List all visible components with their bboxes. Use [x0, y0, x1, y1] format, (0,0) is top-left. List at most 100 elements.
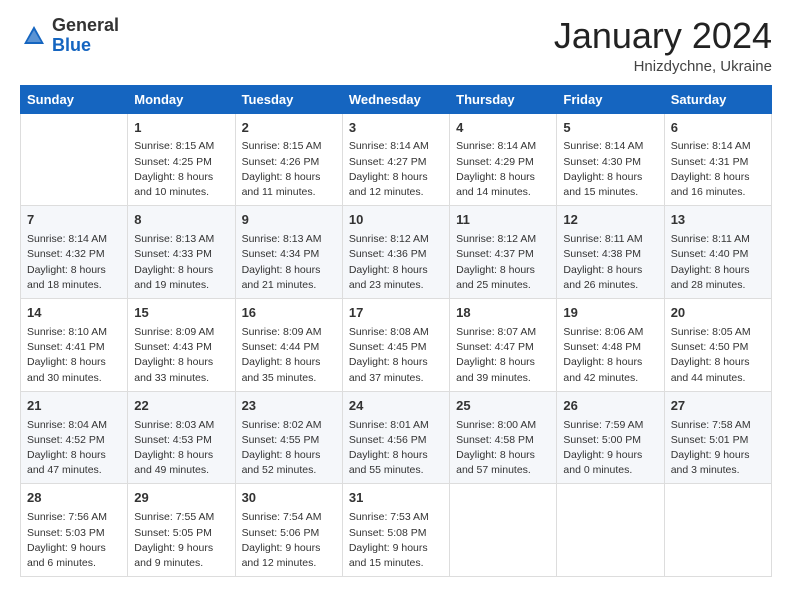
date-number: 12: [563, 211, 657, 230]
calendar-cell: 26 Sunrise: 7:59 AMSunset: 5:00 PMDayligh…: [557, 391, 664, 484]
calendar-cell: 24 Sunrise: 8:01 AMSunset: 4:56 PMDayligh…: [342, 391, 449, 484]
column-header-tuesday: Tuesday: [235, 85, 342, 113]
calendar-cell: 13Sunrise: 8:11 AMSunset: 4:40 PMDayligh…: [664, 206, 771, 299]
cell-content: Sunrise: 8:03 AMSunset: 4:53 PMDaylight:…: [134, 418, 228, 479]
column-header-wednesday: Wednesday: [342, 85, 449, 113]
calendar-cell: [21, 113, 128, 206]
date-number: 28: [27, 489, 121, 508]
calendar-cell: 30Sunrise: 7:54 AMSunset: 5:06 PMDayligh…: [235, 484, 342, 577]
logo-blue: Blue: [52, 35, 91, 55]
cell-content: Sunrise: 7:56 AMSunset: 5:03 PMDaylight:…: [27, 510, 121, 571]
logo-text: General Blue: [52, 16, 119, 56]
calendar-cell: 17 Sunrise: 8:08 AMSunset: 4:45 PMDayligh…: [342, 299, 449, 392]
cell-content: Sunrise: 7:54 AMSunset: 5:06 PMDaylight:…: [242, 510, 336, 571]
date-number: 2: [242, 119, 336, 138]
calendar-body: 1Sunrise: 8:15 AMSunset: 4:25 PMDaylight…: [21, 113, 772, 577]
date-number: 26: [563, 397, 657, 416]
calendar-cell: 28 Sunrise: 7:56 AMSunset: 5:03 PMDayligh…: [21, 484, 128, 577]
calendar-cell: 15 Sunrise: 8:09 AMSunset: 4:43 PMDayligh…: [128, 299, 235, 392]
date-number: 17: [349, 304, 443, 323]
page-header: General Blue January 2024 Hnizdychne, Uk…: [20, 16, 772, 75]
calendar-cell: [664, 484, 771, 577]
date-number: 7: [27, 211, 121, 230]
cell-content: Sunrise: 8:05 AMSunset: 4:50 PMDaylight:…: [671, 325, 765, 386]
calendar-cell: 12 Sunrise: 8:11 AMSunset: 4:38 PMDayligh…: [557, 206, 664, 299]
calendar-cell: 21 Sunrise: 8:04 AMSunset: 4:52 PMDayligh…: [21, 391, 128, 484]
location: Hnizdychne, Ukraine: [554, 58, 772, 75]
logo-icon: [20, 22, 48, 50]
date-number: 8: [134, 211, 228, 230]
column-header-monday: Monday: [128, 85, 235, 113]
calendar-cell: 16Sunrise: 8:09 AMSunset: 4:44 PMDayligh…: [235, 299, 342, 392]
cell-content: Sunrise: 8:02 AMSunset: 4:55 PMDaylight:…: [242, 418, 336, 479]
cell-content: Sunrise: 7:59 AMSunset: 5:00 PMDaylight:…: [563, 418, 657, 479]
week-row-4: 21 Sunrise: 8:04 AMSunset: 4:52 PMDayligh…: [21, 391, 772, 484]
week-row-3: 14Sunrise: 8:10 AMSunset: 4:41 PMDayligh…: [21, 299, 772, 392]
calendar-cell: 22 Sunrise: 8:03 AMSunset: 4:53 PMDayligh…: [128, 391, 235, 484]
header-row: SundayMondayTuesdayWednesdayThursdayFrid…: [21, 85, 772, 113]
date-number: 21: [27, 397, 121, 416]
cell-content: Sunrise: 8:09 AMSunset: 4:44 PMDaylight:…: [242, 325, 336, 386]
calendar-cell: 1Sunrise: 8:15 AMSunset: 4:25 PMDaylight…: [128, 113, 235, 206]
cell-content: Sunrise: 8:09 AMSunset: 4:43 PMDaylight:…: [134, 325, 228, 386]
week-row-1: 1Sunrise: 8:15 AMSunset: 4:25 PMDaylight…: [21, 113, 772, 206]
date-number: 3: [349, 119, 443, 138]
calendar-cell: 2Sunrise: 8:15 AMSunset: 4:26 PMDaylight…: [235, 113, 342, 206]
cell-content: Sunrise: 8:15 AMSunset: 4:26 PMDaylight:…: [242, 139, 336, 200]
date-number: 4: [456, 119, 550, 138]
date-number: 10: [349, 211, 443, 230]
date-number: 11: [456, 211, 550, 230]
calendar-cell: 11 Sunrise: 8:12 AMSunset: 4:37 PMDayligh…: [450, 206, 557, 299]
calendar-cell: 27Sunrise: 7:58 AMSunset: 5:01 PMDayligh…: [664, 391, 771, 484]
column-header-saturday: Saturday: [664, 85, 771, 113]
cell-content: Sunrise: 8:13 AMSunset: 4:33 PMDaylight:…: [134, 232, 228, 293]
calendar-cell: 7Sunrise: 8:14 AMSunset: 4:32 PMDaylight…: [21, 206, 128, 299]
calendar-cell: [557, 484, 664, 577]
cell-content: Sunrise: 8:00 AMSunset: 4:58 PMDaylight:…: [456, 418, 550, 479]
date-number: 20: [671, 304, 765, 323]
date-number: 18: [456, 304, 550, 323]
date-number: 25: [456, 397, 550, 416]
cell-content: Sunrise: 7:55 AMSunset: 5:05 PMDaylight:…: [134, 510, 228, 571]
calendar-cell: 14Sunrise: 8:10 AMSunset: 4:41 PMDayligh…: [21, 299, 128, 392]
cell-content: Sunrise: 8:15 AMSunset: 4:25 PMDaylight:…: [134, 139, 228, 200]
calendar-cell: 25 Sunrise: 8:00 AMSunset: 4:58 PMDayligh…: [450, 391, 557, 484]
cell-content: Sunrise: 8:07 AMSunset: 4:47 PMDaylight:…: [456, 325, 550, 386]
calendar-cell: 19 Sunrise: 8:06 AMSunset: 4:48 PMDayligh…: [557, 299, 664, 392]
date-number: 15: [134, 304, 228, 323]
calendar-cell: 8 Sunrise: 8:13 AMSunset: 4:33 PMDaylight…: [128, 206, 235, 299]
calendar-cell: 18 Sunrise: 8:07 AMSunset: 4:47 PMDayligh…: [450, 299, 557, 392]
cell-content: Sunrise: 8:08 AMSunset: 4:45 PMDaylight:…: [349, 325, 443, 386]
calendar-table: SundayMondayTuesdayWednesdayThursdayFrid…: [20, 85, 772, 578]
date-number: 22: [134, 397, 228, 416]
cell-content: Sunrise: 8:04 AMSunset: 4:52 PMDaylight:…: [27, 418, 121, 479]
cell-content: Sunrise: 7:58 AMSunset: 5:01 PMDaylight:…: [671, 418, 765, 479]
calendar-cell: 5Sunrise: 8:14 AMSunset: 4:30 PMDaylight…: [557, 113, 664, 206]
date-number: 9: [242, 211, 336, 230]
date-number: 19: [563, 304, 657, 323]
date-number: 31: [349, 489, 443, 508]
date-number: 24: [349, 397, 443, 416]
cell-content: Sunrise: 7:53 AMSunset: 5:08 PMDaylight:…: [349, 510, 443, 571]
cell-content: Sunrise: 8:14 AMSunset: 4:30 PMDaylight:…: [563, 139, 657, 200]
date-number: 23: [242, 397, 336, 416]
calendar-cell: 4Sunrise: 8:14 AMSunset: 4:29 PMDaylight…: [450, 113, 557, 206]
cell-content: Sunrise: 8:12 AMSunset: 4:37 PMDaylight:…: [456, 232, 550, 293]
logo-general: General: [52, 15, 119, 35]
date-number: 6: [671, 119, 765, 138]
column-header-friday: Friday: [557, 85, 664, 113]
title-block: January 2024 Hnizdychne, Ukraine: [554, 16, 772, 75]
cell-content: Sunrise: 8:01 AMSunset: 4:56 PMDaylight:…: [349, 418, 443, 479]
calendar-cell: [450, 484, 557, 577]
date-number: 1: [134, 119, 228, 138]
cell-content: Sunrise: 8:11 AMSunset: 4:38 PMDaylight:…: [563, 232, 657, 293]
cell-content: Sunrise: 8:06 AMSunset: 4:48 PMDaylight:…: [563, 325, 657, 386]
calendar-cell: 10Sunrise: 8:12 AMSunset: 4:36 PMDayligh…: [342, 206, 449, 299]
column-header-thursday: Thursday: [450, 85, 557, 113]
calendar-cell: 9Sunrise: 8:13 AMSunset: 4:34 PMDaylight…: [235, 206, 342, 299]
date-number: 14: [27, 304, 121, 323]
calendar-cell: 31 Sunrise: 7:53 AMSunset: 5:08 PMDayligh…: [342, 484, 449, 577]
calendar-cell: 6Sunrise: 8:14 AMSunset: 4:31 PMDaylight…: [664, 113, 771, 206]
cell-content: Sunrise: 8:14 AMSunset: 4:27 PMDaylight:…: [349, 139, 443, 200]
cell-content: Sunrise: 8:14 AMSunset: 4:29 PMDaylight:…: [456, 139, 550, 200]
